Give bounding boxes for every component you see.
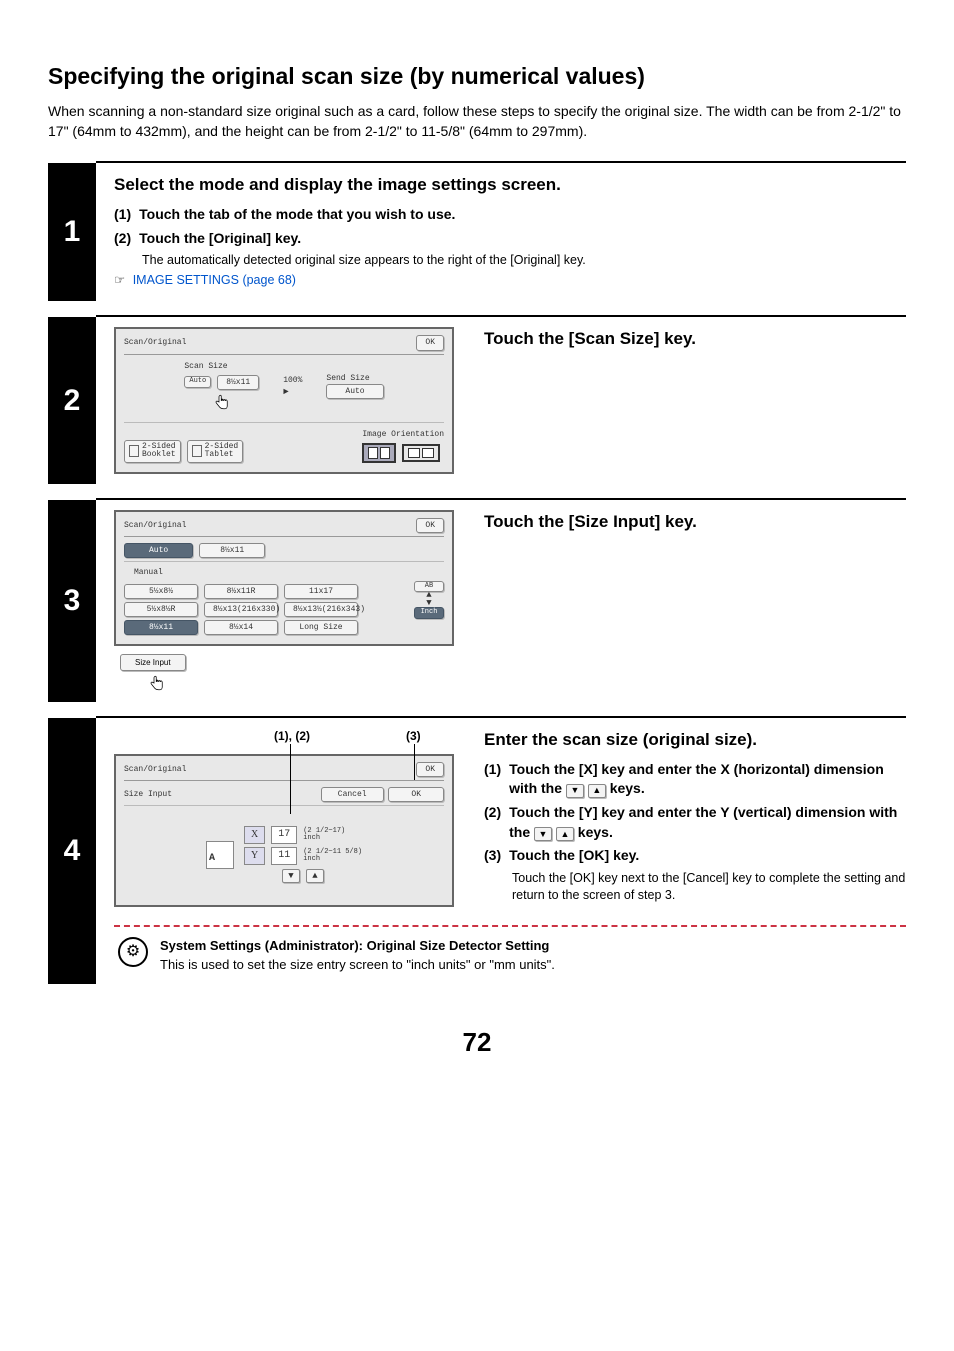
manual-label: Manual: [134, 567, 444, 578]
scan-size-label: Scan Size: [184, 361, 259, 372]
step4-sub3-idx: (3): [484, 846, 501, 866]
size-opt[interactable]: 5½x8½: [124, 584, 198, 599]
step2-panel: Scan/Original OK Scan Size Auto 8½x11: [114, 327, 454, 474]
x-key[interactable]: X: [244, 826, 265, 844]
step4-sub1-idx: (1): [484, 760, 501, 799]
up-arrow-icon: ▲: [556, 827, 574, 841]
scan-size-btn[interactable]: 8½x11: [217, 375, 259, 390]
xy-schematic-icon: A: [206, 841, 234, 869]
y-key[interactable]: Y: [244, 847, 265, 865]
duplex-booklet-btn[interactable]: 2-Sided Booklet: [124, 440, 181, 464]
pointer-icon: [114, 273, 129, 287]
annotation-3: (3): [406, 728, 421, 745]
size-opt[interactable]: 8½x11R: [204, 584, 278, 599]
ratio-label: 100%: [283, 376, 302, 385]
admin-desc: This is used to set the size entry scree…: [160, 956, 555, 974]
step1-sub2-idx: (2): [114, 229, 131, 249]
step3-panel: Scan/Original OK Auto 8½x11 Manual 5½x8½…: [114, 510, 454, 646]
up-arrow-btn[interactable]: ▲: [306, 869, 324, 883]
step4-sub2-text: Touch the [Y] key and enter the Y (verti…: [509, 803, 906, 842]
annotation-1-2: (1), (2): [274, 728, 310, 745]
panel4-ok-outer[interactable]: OK: [416, 762, 444, 777]
panel4-ok-inner[interactable]: OK: [388, 787, 444, 802]
step1-title: Select the mode and display the image se…: [114, 173, 906, 197]
tab-auto[interactable]: Auto: [124, 543, 193, 558]
step4-sub3-desc: Touch the [OK] key next to the [Cancel] …: [512, 870, 906, 905]
panel3-title: Scan/Original: [124, 520, 186, 531]
size-opt[interactable]: 8½x13½(216x343): [284, 602, 358, 617]
step-number-2: 2: [48, 317, 96, 484]
size-opt[interactable]: 11x17: [284, 584, 358, 599]
step1-sub1-text: Touch the tab of the mode that you wish …: [139, 205, 455, 225]
admin-title: System Settings (Administrator): Origina…: [160, 937, 555, 955]
duplex-tablet-btn[interactable]: 2-Sided Tablet: [187, 440, 244, 464]
orientation-portrait-btn[interactable]: [362, 443, 396, 463]
inch-unit-btn[interactable]: Inch: [414, 607, 444, 619]
tap-cursor-icon: [148, 674, 166, 692]
step-number-4: 4: [48, 718, 96, 984]
orientation-landscape-btn[interactable]: [402, 444, 440, 462]
tab-size[interactable]: 8½x11: [199, 543, 265, 558]
intro-paragraph: When scanning a non-standard size origin…: [48, 102, 906, 141]
down-arrow-icon: ▼: [566, 784, 584, 798]
up-arrow-icon: ▲: [588, 784, 606, 798]
dashed-separator: [114, 925, 906, 927]
page-number: 72: [48, 1024, 906, 1060]
page-title: Specifying the original scan size (by nu…: [48, 60, 906, 92]
size-opt[interactable]: 8½x13(216x330): [204, 602, 278, 617]
cancel-btn[interactable]: Cancel: [321, 787, 384, 802]
step3-title: Touch the [Size Input] key.: [484, 510, 906, 534]
down-arrow-icon: ▼: [534, 827, 552, 841]
size-input-label: Size Input: [124, 789, 172, 800]
step2-title: Touch the [Scan Size] key.: [484, 327, 906, 351]
step4-sub2-idx: (2): [484, 803, 501, 842]
image-orientation-label: Image Orientation: [362, 429, 444, 440]
step1-desc: The automatically detected original size…: [142, 252, 906, 270]
x-value: 17: [271, 826, 297, 844]
panel4-title: Scan/Original: [124, 764, 186, 775]
step1-sub1-idx: (1): [114, 205, 131, 225]
size-opt[interactable]: 8½x14: [204, 620, 278, 635]
y-value: 11: [271, 847, 297, 865]
send-size-btn[interactable]: Auto: [326, 384, 383, 399]
step4-sub1-text: Touch the [X] key and enter the X (horiz…: [509, 760, 906, 799]
size-opt[interactable]: 5½x8½R: [124, 602, 198, 617]
step1-sub2-text: Touch the [Original] key.: [139, 229, 301, 249]
y-range: (2 1/2~11 5/8) inch: [303, 849, 362, 863]
step-number-1: 1: [48, 163, 96, 301]
auto-label: Auto: [184, 376, 211, 388]
panel2-title: Scan/Original: [124, 337, 186, 348]
step4-title: Enter the scan size (original size).: [484, 728, 906, 752]
send-size-label: Send Size: [326, 373, 383, 384]
size-opt-selected[interactable]: 8½x11: [124, 620, 198, 635]
step4-sub3-text: Touch the [OK] key.: [509, 846, 639, 866]
image-settings-link[interactable]: IMAGE SETTINGS (page 68): [133, 273, 296, 287]
step4-panel: Scan/Original OK Size Input Cancel OK: [114, 754, 454, 907]
tap-cursor-icon: [213, 393, 231, 411]
panel2-ok[interactable]: OK: [416, 335, 444, 350]
size-input-btn[interactable]: Size Input: [120, 654, 186, 671]
gear-icon: ⚙: [118, 937, 148, 967]
panel3-ok[interactable]: OK: [416, 518, 444, 533]
size-opt[interactable]: Long Size: [284, 620, 358, 635]
x-range: (2 1/2~17) inch: [303, 828, 345, 842]
step-number-3: 3: [48, 500, 96, 702]
down-arrow-btn[interactable]: ▼: [282, 869, 300, 883]
